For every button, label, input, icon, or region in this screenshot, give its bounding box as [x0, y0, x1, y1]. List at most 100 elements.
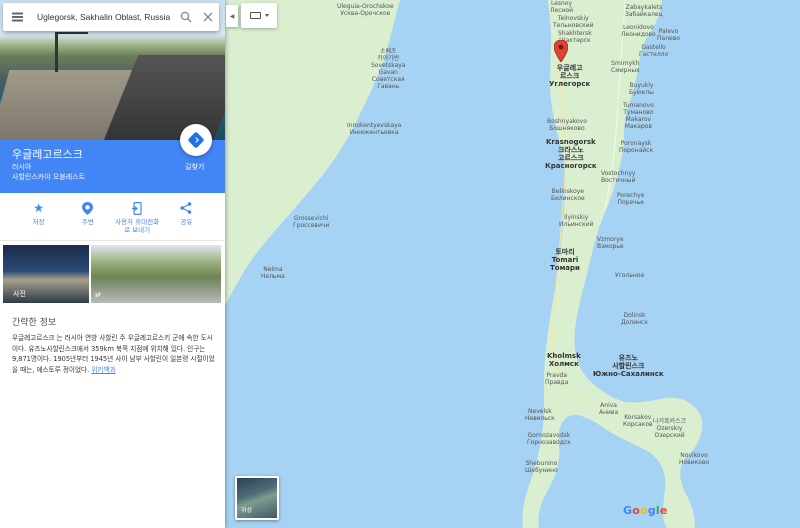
label-line: Леонидово: [621, 31, 656, 38]
label-poronaysk[interactable]: Poronaysk Поронайск: [619, 140, 653, 154]
star-icon: ★: [33, 201, 44, 215]
label-line: Смирных: [611, 67, 640, 74]
label-line: Анива: [599, 409, 619, 416]
label-line: Innokentyevskaya: [347, 122, 402, 129]
label-boshnyakovo[interactable]: Boshnyakovo Бошняково: [547, 118, 587, 132]
menu-icon[interactable]: [3, 3, 31, 31]
label-uglegorsk[interactable]: 우글레고 르스크 Углегорск: [549, 64, 590, 88]
label-belinskoe[interactable]: Belinskoye Белинское: [551, 188, 585, 202]
label-lesnoy[interactable]: Lesnoy Лесной: [550, 0, 573, 14]
label-gornozavodsk[interactable]: Gornozavodsk Горнозаводск: [527, 432, 571, 446]
label-line: Гроссевичи: [293, 222, 330, 229]
label-krasnogorsk[interactable]: Krasnogorsk 크라스노 고르스크 Красногорск: [545, 138, 597, 170]
label-line: Восточный: [601, 177, 636, 184]
label-line: Boshnyakovo: [547, 118, 587, 125]
save-button[interactable]: ★ 저장: [15, 193, 63, 240]
label-zabaykalets[interactable]: Zabaykalets Забайкалец: [625, 4, 663, 18]
collapse-panel-button[interactable]: ◀: [226, 5, 238, 27]
nearby-label: 주변: [81, 218, 94, 226]
label-porechye[interactable]: Porechye Поречье: [617, 192, 644, 206]
google-logo: Google: [623, 504, 668, 517]
label-line: Нельма: [261, 273, 285, 280]
label-line: Взморье: [597, 243, 624, 250]
label-line: Palevo: [658, 28, 679, 35]
label-novikovo[interactable]: Novikovo Новиково: [679, 452, 709, 466]
close-icon[interactable]: [197, 3, 219, 31]
logo-letter: G: [623, 504, 633, 517]
search-icon[interactable]: [175, 3, 197, 31]
send-to-phone-label: 사용자 휴대전화로 보내기: [115, 218, 160, 234]
label-line: Nelma: [263, 266, 283, 273]
photos-thumbnail[interactable]: 사진: [3, 245, 89, 303]
label-tomari[interactable]: 토마리 Tomari Томари: [550, 248, 580, 272]
label-line: Grossevichi: [293, 215, 329, 222]
location-pin-icon[interactable]: [554, 40, 568, 62]
label-vzmorye[interactable]: Vzmorye Взморье: [597, 236, 624, 250]
label-line: Buyukly: [629, 82, 654, 89]
label-line: Telnovskiy: [557, 15, 589, 22]
label-grossevichi[interactable]: Grossevichi Гроссевичи: [293, 215, 329, 229]
label-line: Новиково: [679, 459, 710, 466]
label-pravda[interactable]: Pravda Правда: [545, 372, 568, 386]
search-input[interactable]: Uglegorsk, Sakhalin Oblast, Russia: [31, 12, 175, 22]
input-tools-button[interactable]: [241, 3, 277, 28]
keyboard-icon: [249, 12, 261, 19]
label-line: Холмск: [548, 360, 579, 368]
wikipedia-link[interactable]: 위키백과: [91, 366, 115, 374]
label-line: Porechye: [617, 192, 645, 199]
label-line: Тельновский: [553, 22, 594, 29]
nearby-button[interactable]: 주변: [64, 193, 112, 240]
label-yuzhno-sakhalinsk[interactable]: 유즈노 사할린스크 Южно-Сахалинск: [593, 354, 664, 378]
label-line: Ozerskiy: [656, 425, 683, 432]
label-line: Красногорск: [545, 162, 597, 170]
action-bar: ★ 저장 주변 사용자 휴대전화로 보내기 공유: [0, 193, 225, 241]
label-gastello[interactable]: Gastello Гастелло: [639, 44, 668, 58]
label-line: Бошняково: [549, 125, 585, 132]
chevron-down-icon: [264, 14, 269, 17]
share-button[interactable]: 공유: [162, 193, 210, 240]
label-ozerskiy[interactable]: 나거흑커스크 Ozerskiy Озерский: [653, 418, 686, 439]
label-line: Палево: [657, 35, 680, 42]
label-makarov[interactable]: Tumanovo Туманово Makarov Макаров: [623, 102, 654, 130]
label-line: Гавань: [377, 83, 400, 90]
label-vostochnyy[interactable]: Vostochnyy Восточный: [601, 170, 635, 184]
send-to-phone-button[interactable]: 사용자 휴대전화로 보내기: [113, 193, 161, 240]
label-line: Поречье: [617, 199, 644, 206]
label-line: Leonidovo: [622, 24, 654, 31]
label-buyukly[interactable]: Buyukly Буюклы: [629, 82, 654, 96]
label-shebunino[interactable]: Shebunino Шебунино: [525, 460, 558, 474]
label-line: 고르스크: [557, 154, 584, 162]
label-nelma[interactable]: Nelma Нельма: [261, 266, 285, 280]
label-line: Лесной: [550, 7, 573, 14]
photo-strip: 사진 ⇄: [3, 245, 221, 303]
map-canvas[interactable]: Uleguia-Orochskoe Усква-Орочское 소베츠 카야가반 S…: [225, 0, 800, 528]
label-ugolnoye[interactable]: Угольное: [615, 272, 644, 279]
label-innokentevka[interactable]: Innokentyevskaya Иннокентьевка: [347, 122, 401, 136]
label-line: Долинск: [621, 319, 648, 326]
label-kholmsk[interactable]: Kholmsk Холмск: [547, 352, 581, 368]
label-uleguia[interactable]: Uleguia-Orochskoe Усква-Орочское: [337, 3, 394, 17]
label-line: Поронайск: [619, 147, 654, 154]
street-view-thumbnail[interactable]: ⇄: [91, 245, 221, 303]
label-line: Южно-Сахалинск: [593, 370, 664, 378]
label-line: Dolinsk: [623, 312, 646, 319]
directions-label[interactable]: 길찾기: [185, 162, 204, 172]
label-nevelsk[interactable]: Nevelsk Невельск: [525, 408, 555, 422]
about-title: 간략한 정보: [12, 318, 57, 328]
label-line: Lesnoy: [550, 0, 573, 7]
label-line: Smirnykh: [611, 60, 640, 67]
label-telnovskiy[interactable]: Telnovskiy Тельновский: [553, 15, 594, 29]
label-palevo[interactable]: Palevo Палево: [657, 28, 680, 42]
label-sovetskaya[interactable]: 소베츠 카야가반 Sovetskaya Gavan Советская Гавань: [371, 48, 405, 90]
directions-button[interactable]: [180, 124, 212, 156]
label-line: Kholmsk: [547, 352, 581, 360]
label-smirnykh[interactable]: Smirnykh Смирных: [611, 60, 640, 74]
label-ilyinskiy[interactable]: Ilyinskiy Ильинский: [559, 214, 593, 228]
label-aniva[interactable]: Aniva Анива: [599, 402, 618, 416]
satellite-toggle[interactable]: 위성: [235, 476, 279, 520]
label-leonidovo[interactable]: Leonidovo Леонидово: [621, 24, 656, 38]
label-line: Korsakov: [624, 414, 652, 421]
label-dolinsk[interactable]: Dolinsk Долинск: [621, 312, 648, 326]
satellite-label: 위성: [241, 507, 253, 514]
label-korsakov[interactable]: Korsakov Корсаков: [623, 414, 653, 428]
